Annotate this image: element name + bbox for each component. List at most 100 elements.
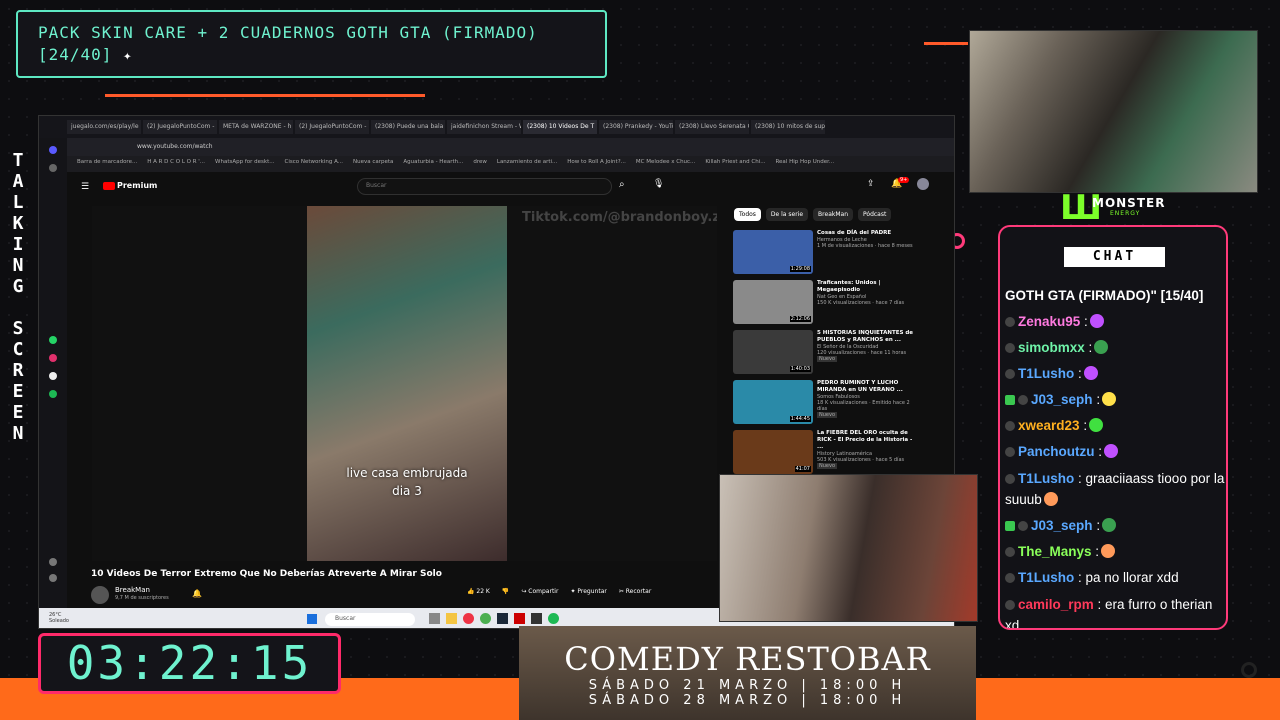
bookmark-item[interactable]: MC Melodee x Chuc... (636, 159, 695, 169)
taskbar-search[interactable]: Buscar (325, 613, 415, 626)
history-icon[interactable] (49, 574, 57, 582)
side-text-letter: K (12, 213, 24, 234)
browser-tab[interactable]: (2308) 10 mitos de supe (751, 120, 825, 134)
recommended-title: Traficantes: Unidos | Megaepisodio (817, 280, 881, 293)
chat-title: CHAT (1064, 247, 1165, 267)
opera-icon[interactable] (463, 613, 474, 624)
address-bar[interactable]: www.youtube.com/watch (67, 138, 954, 156)
instagram-icon[interactable] (49, 354, 57, 362)
dislike-button[interactable]: 👎 (502, 588, 509, 595)
chrome-icon[interactable] (480, 613, 491, 624)
upload-icon[interactable]: ⇪ (867, 179, 875, 189)
microphone-icon[interactable]: 🎙 (653, 179, 664, 189)
search-icon[interactable]: ⌕ (619, 179, 625, 190)
chat-username[interactable]: camilo_rpm (1018, 597, 1094, 612)
user-badge-icon (1005, 600, 1015, 610)
user-badge-icon (1018, 521, 1028, 531)
browser-side-rail (39, 138, 67, 608)
browser-tab[interactable]: jaidefinichon Stream - W (447, 120, 521, 134)
browser-tab[interactable]: (2308) Puede una bala (371, 120, 445, 134)
video-thumbnail[interactable]: 41:07 (733, 430, 813, 474)
like-button[interactable]: 👍 22 K (467, 588, 490, 595)
star-icon[interactable] (49, 164, 57, 172)
chat-username[interactable]: J03_seph (1031, 392, 1093, 407)
chat-message: Zenaku95 : (1005, 309, 1225, 335)
video-thumbnail[interactable]: 1:40:03 (733, 330, 813, 374)
chat-username[interactable]: Zenaku95 (1018, 314, 1080, 329)
chat-username[interactable]: simobmxx (1018, 340, 1085, 355)
bookmark-item[interactable]: Barra de marcadore... (77, 159, 137, 169)
account-avatar[interactable] (917, 178, 929, 190)
spotify-icon[interactable] (49, 390, 57, 398)
tiktok-icon[interactable] (49, 372, 57, 380)
recommended-video[interactable]: 2:12:06 Traficantes: Unidos | Megaepisodi… (733, 280, 923, 326)
recommended-video[interactable]: 1:29:08 Cosas de DÍA del PADRE Hermanos de… (733, 230, 923, 276)
share-button[interactable]: ↪ Compartir (521, 588, 558, 595)
filter-chip[interactable]: De la serie (765, 208, 809, 221)
video-thumbnail[interactable]: 2:12:06 (733, 280, 813, 324)
recommended-video[interactable]: 41:07 La FIEBRE DEL ORO oculta de RICK - … (733, 430, 923, 476)
app-icon[interactable] (514, 613, 525, 624)
menu-icon[interactable]: ☰ (81, 182, 89, 192)
bookmark-item[interactable]: Real Hip Hop Under... (775, 159, 834, 169)
chat-username[interactable]: T1Lusho (1018, 366, 1074, 381)
bookmark-item[interactable]: Nueva carpeta (353, 159, 393, 169)
bookmark-item[interactable]: Cisco Networking A... (285, 159, 344, 169)
folder-icon[interactable] (446, 613, 457, 624)
video-watermark: Tiktok.com/@brandonboy.z (522, 210, 717, 225)
side-text-letter: A (12, 171, 24, 192)
clip-button[interactable]: ✂ Recortar (619, 588, 651, 595)
browser-tab[interactable]: juegalo.com/es/play/le (67, 120, 141, 134)
browser-tab[interactable]: (2308) Prankedy - YouTu (599, 120, 673, 134)
filter-chip[interactable]: BreakMan (813, 208, 853, 221)
video-player[interactable]: Tiktok.com/@brandonboy.z live casa embru… (92, 206, 717, 561)
chat-username[interactable]: The_Manys (1018, 544, 1092, 559)
bookmark-item[interactable]: How to Roll A Joint?... (567, 159, 626, 169)
home-icon[interactable] (49, 146, 57, 154)
bookmark-item[interactable]: H A R D C O L O R '... (147, 159, 205, 169)
search-input[interactable]: Buscar (357, 178, 612, 195)
youtube-logo[interactable]: Premium (103, 181, 157, 190)
recommended-title: Cosas de DÍA del PADRE (817, 230, 892, 236)
chat-username[interactable]: T1Lusho (1018, 471, 1074, 486)
side-text-letter: I (12, 234, 24, 255)
ask-button[interactable]: ✦ Preguntar (570, 588, 606, 595)
bookmark-item[interactable]: Killah Priest and Chi... (705, 159, 765, 169)
browser-tab[interactable]: (2308) 10 Videos De T (523, 120, 597, 134)
chat-username[interactable]: T1Lusho (1018, 570, 1074, 585)
recommended-video[interactable]: 1:40:03 5 HISTORIAS INQUIETANTES de PUEBL… (733, 330, 923, 376)
bell-icon[interactable]: 🔔 (192, 589, 202, 598)
whatsapp-icon[interactable] (49, 336, 57, 344)
filter-chip[interactable]: Todos (734, 208, 761, 221)
chat-text: : (1095, 544, 1100, 559)
chat-username[interactable]: xweard23 (1018, 418, 1080, 433)
side-text-letter: G (12, 276, 24, 297)
video-thumbnail[interactable]: 1:29:08 (733, 230, 813, 274)
browser-tab[interactable]: META de WARZONE - h (219, 120, 293, 134)
steam-icon[interactable] (497, 613, 508, 624)
recommended-video[interactable]: 1:44:45 PEDRO RUMINOT Y LUCHO MIRANDA en … (733, 380, 923, 426)
video-thumbnail[interactable]: 1:44:45 (733, 380, 813, 424)
recommended-title: La FIEBRE DEL ORO oculta de RICK - El Pr… (817, 430, 913, 450)
filter-chip[interactable]: Pódcast (858, 208, 892, 221)
bookmark-item[interactable]: WhatsApp for deskt... (215, 159, 274, 169)
app-icon[interactable] (531, 613, 542, 624)
browser-tab[interactable]: (2) JuegaloPuntoCom - (295, 120, 369, 134)
bookmark-item[interactable]: drew (473, 159, 487, 169)
browser-tab[interactable]: (2308) Llevo Serenata Gr (675, 120, 749, 134)
bookmark-item[interactable]: Lanzamiento de arti... (497, 159, 557, 169)
channel-avatar[interactable] (91, 586, 109, 604)
goal-line1: PACK SKIN CARE + 2 CUADERNOS GOTH GTA (F… (38, 23, 538, 42)
weather-widget[interactable]: 26°C Soleado (49, 612, 69, 624)
chat-username[interactable]: Panchoutzu (1018, 444, 1095, 459)
windows-start-icon[interactable] (307, 614, 317, 624)
browser-tab[interactable]: (2) JuegaloPuntoCom - (143, 120, 217, 134)
spotify-icon[interactable] (548, 613, 559, 624)
app-icon[interactable] (429, 613, 440, 624)
heart-icon[interactable] (49, 558, 57, 566)
bookmark-item[interactable]: Aguaturbia - Hearth... (403, 159, 463, 169)
chat-username[interactable]: J03_seph (1031, 518, 1093, 533)
chat-text: : (1084, 314, 1088, 329)
new-badge: Nuevo (817, 463, 838, 469)
channel-name[interactable]: BreakMan (115, 586, 150, 594)
